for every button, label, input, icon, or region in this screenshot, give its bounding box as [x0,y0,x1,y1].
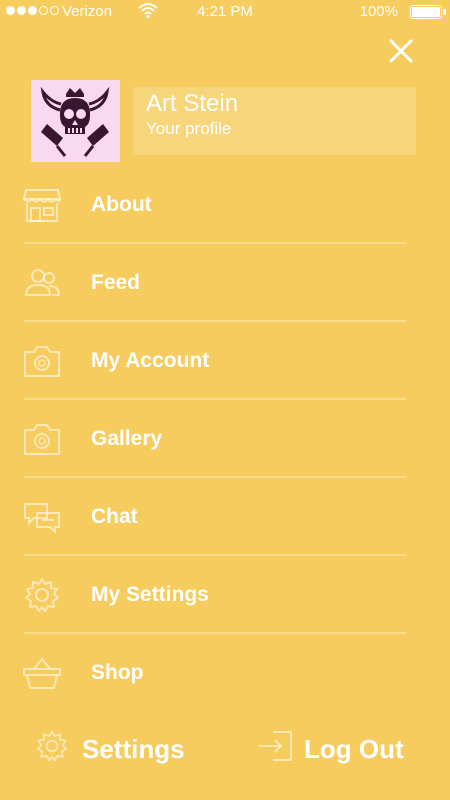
status-bar: Verizon 4:21 PM 100% [0,0,450,24]
profile-name: Art Stein [146,90,239,117]
close-button[interactable] [386,36,416,66]
menu-item-my-account[interactable]: My Account [0,322,450,400]
log-out-button[interactable]: Log Out [255,726,425,770]
profile-card[interactable]: Art Stein Your profile [133,87,416,155]
menu-item-about[interactable]: About [0,166,450,244]
settings-label: Settings [82,734,185,764]
skull-crown-logo [40,86,110,157]
menu-item-label: Gallery [91,427,163,450]
basket-icon [22,655,62,691]
menu-item-label: Chat [91,505,138,528]
menu-item-chat[interactable]: Chat [0,478,450,556]
battery-percent: 100% [359,3,398,20]
profile-subtitle: Your profile [146,119,232,138]
menu-item-feed[interactable]: Feed [0,244,450,322]
log-out-icon [257,728,295,764]
menu-item-gallery[interactable]: Gallery [0,400,450,478]
menu-item-shop[interactable]: Shop [0,634,450,712]
users-icon [22,265,62,301]
menu-item-label: My Settings [91,583,209,606]
gear-icon [22,577,62,613]
settings-button[interactable]: Settings [32,726,202,770]
side-menu: About Feed My Account Gallery Chat My Se… [0,166,450,712]
chat-bubbles-icon [22,499,62,535]
close-icon [389,39,413,63]
camera-icon [22,421,62,457]
menu-item-label: My Account [91,349,210,372]
menu-item-label: Feed [91,271,141,294]
camera-icon [22,343,62,379]
battery-icon [410,5,442,19]
avatar[interactable] [31,80,120,162]
menu-item-my-settings[interactable]: My Settings [0,556,450,634]
gear-icon [34,728,70,764]
menu-item-label: Shop [91,661,144,684]
storefront-icon [22,187,62,223]
menu-item-label: About [91,193,152,216]
log-out-label: Log Out [304,734,404,764]
